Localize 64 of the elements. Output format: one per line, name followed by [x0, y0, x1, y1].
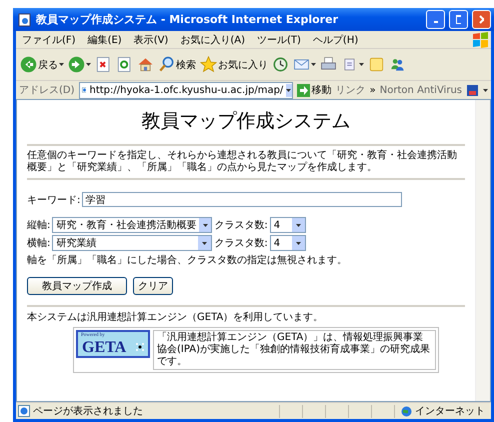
scrollbar[interactable] [475, 100, 490, 401]
caret-icon [202, 242, 208, 244]
axis-label: 縦軸: [27, 218, 50, 232]
toolbar-button[interactable]: お気に入り [198, 56, 270, 73]
caret-icon [311, 63, 316, 66]
more-chevron[interactable]: » [370, 84, 376, 96]
stop-icon [95, 56, 112, 73]
dots-icon [135, 342, 145, 352]
menu-item[interactable]: ファイル(F) [22, 32, 76, 46]
refresh-icon [116, 56, 133, 73]
arrow-icon [296, 84, 310, 96]
keyword-label: キーワード: [27, 194, 80, 206]
page-icon [18, 405, 30, 417]
toolbar-button[interactable]: 検索 [156, 56, 198, 73]
zone-text: インターネット [415, 405, 485, 418]
keyword-field[interactable]: 学習 [82, 192, 402, 207]
axis-label: 横軸: [27, 236, 50, 250]
clock-icon [272, 56, 289, 73]
dropdown[interactable]: 研究・教育・社会連携活動概要 [52, 217, 212, 233]
menu-item[interactable]: ツール(T) [257, 32, 301, 46]
menu-item[interactable]: 表示(V) [134, 32, 168, 46]
menu-item[interactable]: ヘルプ(H) [312, 32, 358, 46]
menu-item[interactable]: 編集(E) [88, 32, 122, 46]
note-text: 軸を「所属」「職名」にした場合、クラスタ数の指定は無視されます。 [27, 254, 348, 267]
dropdown[interactable]: 4 [270, 235, 306, 251]
people-icon [389, 56, 406, 73]
clear-button[interactable]: クリア [133, 277, 173, 295]
minimize-button[interactable] [426, 10, 445, 29]
cluster-label: クラスタ数: [214, 237, 268, 250]
toolbar-button[interactable]: 戻る [18, 56, 66, 73]
dropdown[interactable]: 研究業績 [52, 235, 212, 251]
shield-icon[interactable] [466, 84, 479, 96]
globe-icon [401, 406, 412, 416]
credit-text: 「汎用連想計算エンジン（GETA）」は、情報処理振興事業協会(IPA)が実施した「独創的情報技術育成事業」の研究成果です。 [153, 330, 436, 370]
window-title: 教員マップ作成システム - Microsoft Internet Explorer [36, 12, 339, 27]
home-icon [137, 56, 154, 73]
search-icon [158, 56, 175, 73]
toolbar-button[interactable] [66, 56, 93, 73]
caret-icon [296, 242, 301, 244]
caret-icon [59, 63, 64, 66]
create-map-button[interactable]: 教員マップ作成 [27, 277, 127, 295]
go-button[interactable]: 移動 [296, 83, 332, 97]
address-field[interactable]: http://hyoka-1.ofc.kyushu-u.ac.jp/map/ [78, 82, 293, 98]
menu-item[interactable]: お気に入り(A) [180, 32, 245, 46]
status-text: ページが表示されました [33, 404, 143, 418]
footer-text: 本システムは汎用連想計算エンジン（GETA）を利用しています。 [27, 310, 324, 324]
caret-icon [296, 224, 301, 226]
note-icon [368, 56, 385, 73]
maximize-button[interactable] [449, 10, 468, 29]
caret-icon [483, 88, 488, 92]
page-icon [18, 12, 32, 26]
links-label[interactable]: リンク [336, 83, 366, 97]
address-label: アドレス(D) [19, 84, 75, 97]
toolbar-label: Norton AntiVirus [380, 84, 462, 96]
close-button[interactable] [472, 10, 491, 29]
description-text: 任意個のキーワードを指定し、それらから連想される教員について「研究・教育・社会連携活動概要」と「研究業績」、「所属」「職名」の点から見たマップを作成します。 [27, 150, 458, 174]
caret-icon [86, 63, 91, 66]
caret-icon [359, 63, 364, 66]
star-icon [200, 56, 217, 73]
caret-icon [286, 88, 292, 92]
caret-icon [202, 224, 208, 226]
dropdown[interactable]: 4 [270, 217, 306, 233]
cluster-label: クラスタ数: [214, 219, 268, 232]
page-heading: 教員マップ作成システム [140, 109, 352, 134]
